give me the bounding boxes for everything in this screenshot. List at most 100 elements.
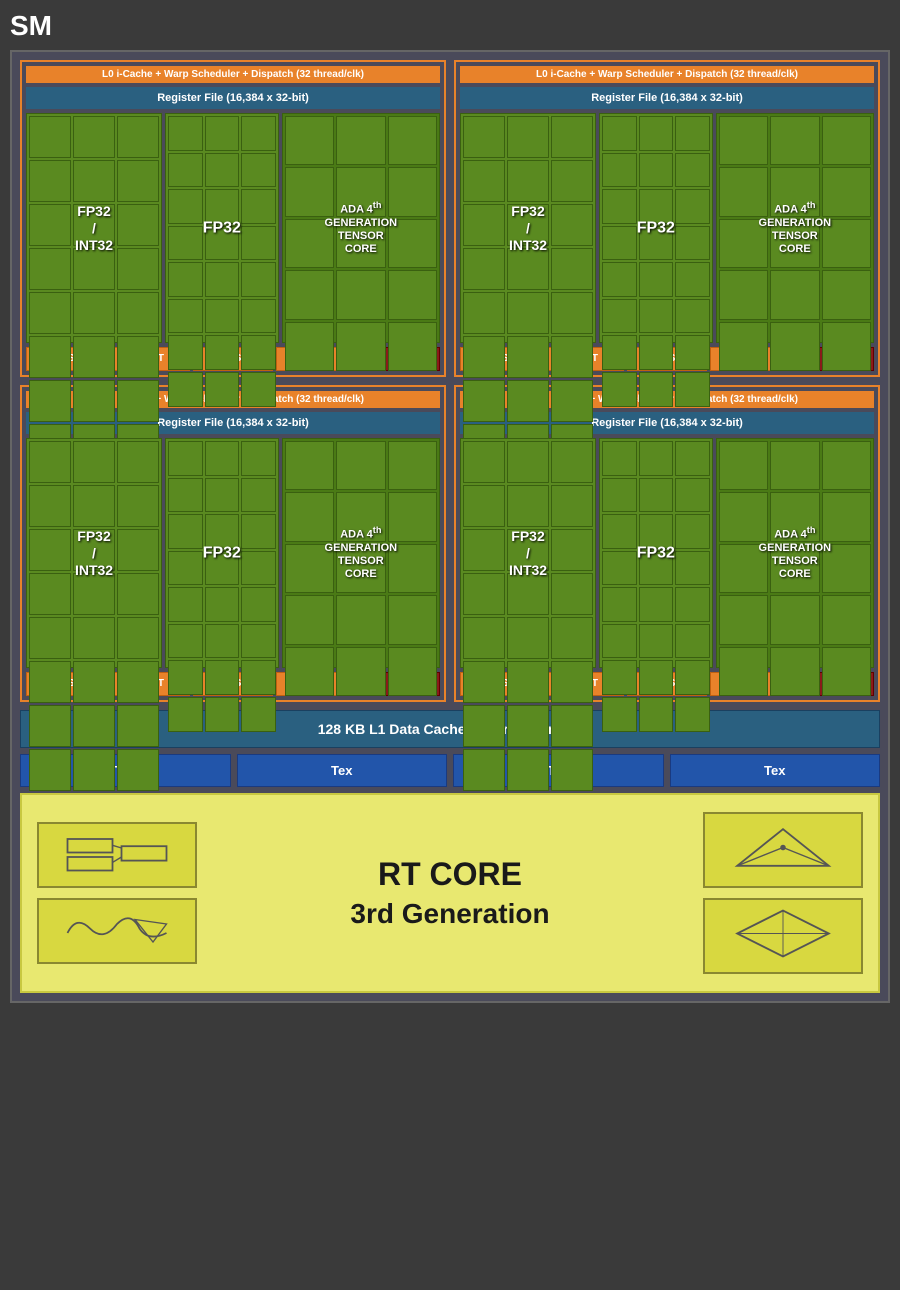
cell xyxy=(463,248,505,290)
cell xyxy=(822,116,871,165)
cell xyxy=(602,441,637,476)
cell xyxy=(73,617,115,659)
cell xyxy=(675,624,710,659)
cell xyxy=(117,116,159,158)
cell xyxy=(507,248,549,290)
cell xyxy=(602,335,637,370)
rt-diagram-box-2 xyxy=(37,898,197,964)
cell xyxy=(117,573,159,615)
tex-4: Tex xyxy=(670,754,881,787)
cell xyxy=(336,116,385,165)
cell xyxy=(73,116,115,158)
cell xyxy=(336,544,385,593)
fp32-section-q2: FP32 xyxy=(599,113,713,343)
cell xyxy=(241,299,276,334)
cell xyxy=(241,587,276,622)
cell xyxy=(29,380,71,422)
cell xyxy=(73,749,115,791)
cell xyxy=(675,478,710,513)
cell xyxy=(719,647,768,696)
cell xyxy=(675,372,710,407)
cell xyxy=(602,624,637,659)
fp32-int32-section-q2: FP32/INT32 xyxy=(460,113,596,343)
cell xyxy=(168,624,203,659)
cell xyxy=(675,335,710,370)
cell xyxy=(388,322,437,371)
cell xyxy=(639,189,674,224)
cell xyxy=(507,160,549,202)
cell xyxy=(639,441,674,476)
cell xyxy=(388,167,437,216)
cell xyxy=(770,116,819,165)
cell xyxy=(719,441,768,490)
cell xyxy=(675,189,710,224)
cell xyxy=(551,116,593,158)
tensor-section-q3: ADA 4thGENERATIONTENSOR CORE xyxy=(282,438,440,668)
cell xyxy=(241,153,276,188)
cell xyxy=(336,441,385,490)
cell xyxy=(770,647,819,696)
cell xyxy=(117,248,159,290)
cell xyxy=(117,529,159,571)
fp32-int32-section-q1: FP32/INT32 xyxy=(26,113,162,343)
cell xyxy=(551,749,593,791)
rt-diagram-svg-1 xyxy=(45,830,189,875)
cell xyxy=(463,749,505,791)
cell xyxy=(388,441,437,490)
cell xyxy=(241,226,276,261)
cell xyxy=(168,697,203,732)
cell xyxy=(285,544,334,593)
cell xyxy=(205,624,240,659)
cell xyxy=(551,573,593,615)
tex-2: Tex xyxy=(237,754,448,787)
cell xyxy=(205,478,240,513)
cell xyxy=(241,189,276,224)
cell xyxy=(73,485,115,527)
cell xyxy=(463,380,505,422)
rt-diagram-left xyxy=(37,822,197,964)
rt-diagram-box-3 xyxy=(703,812,863,888)
cell xyxy=(675,660,710,695)
cell xyxy=(29,573,71,615)
cell xyxy=(241,624,276,659)
cell xyxy=(639,551,674,586)
quadrant-2: L0 i-Cache + Warp Scheduler + Dispatch (… xyxy=(454,60,880,377)
cell xyxy=(551,529,593,571)
rt-core-generation: 3rd Generation xyxy=(197,896,703,932)
cell xyxy=(822,647,871,696)
rt-core-label: RT CORE 3rd Generation xyxy=(197,854,703,932)
cell xyxy=(168,478,203,513)
cell xyxy=(285,441,334,490)
cell xyxy=(719,544,768,593)
cell xyxy=(507,204,549,246)
cell xyxy=(507,529,549,571)
cell xyxy=(285,167,334,216)
cell xyxy=(117,160,159,202)
cell xyxy=(675,514,710,549)
cell xyxy=(388,595,437,644)
cell xyxy=(168,514,203,549)
cell xyxy=(117,661,159,703)
rt-core-section: RT CORE 3rd Generation xyxy=(20,793,880,993)
cell xyxy=(602,226,637,261)
cell xyxy=(602,514,637,549)
cell xyxy=(117,617,159,659)
cell xyxy=(507,292,549,334)
cell xyxy=(285,116,334,165)
quadrant-row-top: L0 i-Cache + Warp Scheduler + Dispatch (… xyxy=(20,60,880,377)
warp-scheduler-bar-q1: L0 i-Cache + Warp Scheduler + Dispatch (… xyxy=(26,66,440,83)
cell xyxy=(719,116,768,165)
cell xyxy=(168,226,203,261)
cell xyxy=(675,697,710,732)
cell xyxy=(639,299,674,334)
cell xyxy=(770,167,819,216)
cell xyxy=(73,705,115,747)
cell xyxy=(639,514,674,549)
cell xyxy=(822,544,871,593)
tensor-section-q1: ADA 4thGENERATIONTENSOR CORE xyxy=(282,113,440,343)
cell xyxy=(770,322,819,371)
cell xyxy=(463,529,505,571)
cell xyxy=(205,660,240,695)
cell xyxy=(205,226,240,261)
cell xyxy=(639,372,674,407)
